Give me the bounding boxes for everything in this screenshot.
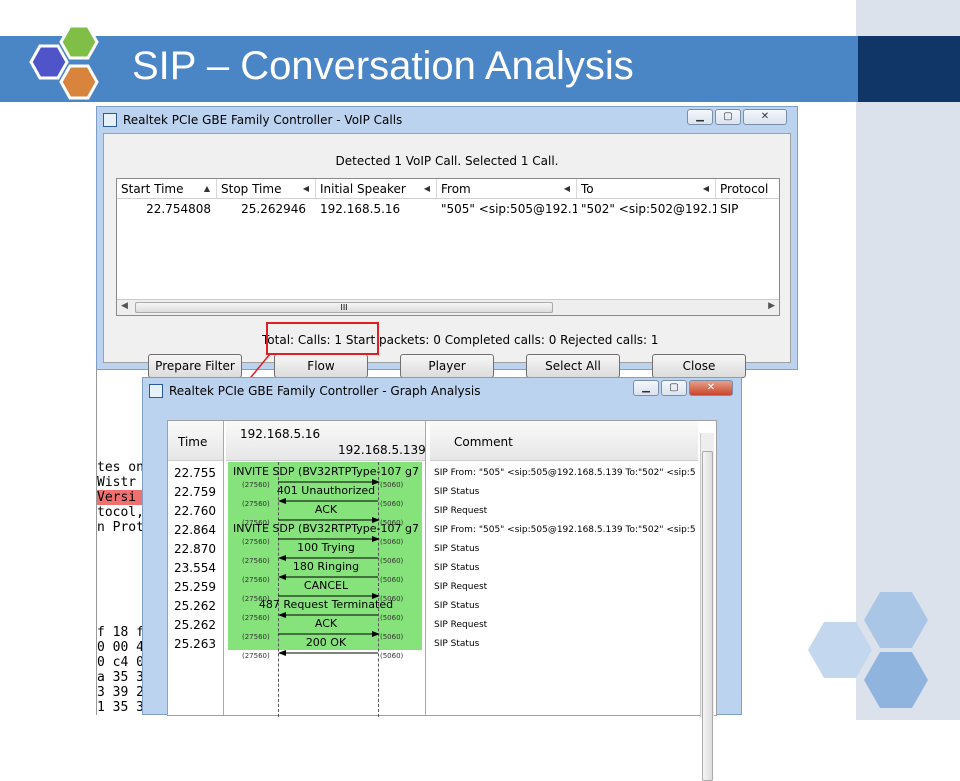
hexagon-decoration-icon [808,592,928,708]
scroll-left-icon[interactable]: ◀ [121,301,128,311]
maximize-button[interactable]: ▢ [715,109,741,125]
graph-analysis-window: Realtek PCIe GBE Family Controller - Gra… [142,377,742,781]
select-all-button[interactable]: Select All [526,354,620,378]
minimize-button[interactable]: ▁ [687,109,713,125]
col-from[interactable]: From ◀ [437,179,577,198]
sip-message-label[interactable]: 401 Unauthorized [226,484,426,497]
sip-message-label[interactable]: INVITE SDP (BV32RTPType-107 g7 [226,522,426,535]
comment-cell[interactable]: SIP Request [430,616,698,635]
time-cell: 22.870 [174,542,216,556]
sip-message-label[interactable]: 180 Ringing [226,560,426,573]
scroll-thumb[interactable] [702,451,713,781]
voip-calls-window: Realtek PCIe GBE Family Controller - VoI… [96,106,798,378]
comment-cell[interactable]: SIP Request [430,578,698,597]
comment-cell[interactable]: SIP Status [430,559,698,578]
sip-message-label[interactable]: CANCEL [226,579,426,592]
time-cell: 22.864 [174,523,216,537]
time-cell: 22.759 [174,485,216,499]
title-dark-block [858,36,960,102]
message-arrow [278,650,378,656]
sip-message-label[interactable]: 100 Trying [226,541,426,554]
flow-button[interactable]: Flow [274,354,368,378]
close-window-button[interactable]: ✕ [743,109,787,125]
flow-graph: 192.168.5.16 192.168.5.139 INVITE SDP (B… [226,421,426,717]
table-row[interactable]: 22.754808 25.262946 192.168.5.16 "505" <… [117,199,779,219]
scroll-right-icon[interactable]: ▶ [768,301,775,311]
comment-cell[interactable]: SIP Status [430,635,698,654]
minimize-button[interactable]: ▁ [633,380,659,396]
comment-cell[interactable]: SIP From: "505" <sip:505@192.168.5.139 T… [430,521,698,540]
time-cell: 25.262 [174,599,216,613]
col-initial-speaker[interactable]: Initial Speaker ◀ [316,179,437,198]
host-b-label: 192.168.5.139 [338,443,426,457]
col-protocol[interactable]: Protocol [716,179,779,198]
close-button[interactable]: Close [652,354,746,378]
maximize-button[interactable]: ▢ [661,380,687,396]
port-b-label: (5060) [380,652,404,660]
time-cell: 22.760 [174,504,216,518]
time-cell: 23.554 [174,561,216,575]
horizontal-scrollbar[interactable]: ◀ III ▶ [117,299,779,315]
comment-header: Comment [454,435,513,449]
player-button[interactable]: Player [400,354,494,378]
time-cell: 25.263 [174,637,216,651]
calls-table: Start Time ▲ Stop Time ◀ Initial Speaker ◀ … [116,178,780,316]
comment-cell[interactable]: SIP From: "505" <sip:505@192.168.5.139 T… [430,464,698,483]
col-stop-time[interactable]: Stop Time ◀ [217,179,316,198]
vertical-scrollbar[interactable] [700,433,714,781]
col-start-time[interactable]: Start Time ▲ [117,179,217,198]
comment-cell[interactable]: SIP Status [430,483,698,502]
comment-cell[interactable]: SIP Status [430,540,698,559]
host-a-label: 192.168.5.16 [240,427,321,441]
time-header: Time [178,435,208,449]
detected-calls-text: Detected 1 VoIP Call. Selected 1 Call. [335,154,559,168]
time-cell: 25.262 [174,618,216,632]
sip-message-label[interactable]: INVITE SDP (BV32RTPType-107 g7 [226,465,426,478]
time-cell: 22.755 [174,466,216,480]
sip-message-label[interactable]: 487 Request Terminated [226,598,426,611]
comment-cell[interactable]: SIP Status [430,597,698,616]
comment-cell[interactable]: SIP Request [430,502,698,521]
sip-message-label[interactable]: ACK [226,503,426,516]
slide-title: SIP – Conversation Analysis [132,44,634,88]
sip-message-label[interactable]: 200 OK [226,636,426,649]
scroll-thumb[interactable]: III [135,302,553,313]
port-a-label: (27560) [242,652,270,660]
close-window-button[interactable]: ✕ [689,380,733,396]
hexagon-logo-icon [29,24,99,100]
col-to[interactable]: To ◀ [577,179,716,198]
prepare-filter-button[interactable]: Prepare Filter [148,354,242,378]
sip-message-label[interactable]: ACK [226,617,426,630]
time-cell: 25.259 [174,580,216,594]
flow-highlight-box [266,322,379,355]
